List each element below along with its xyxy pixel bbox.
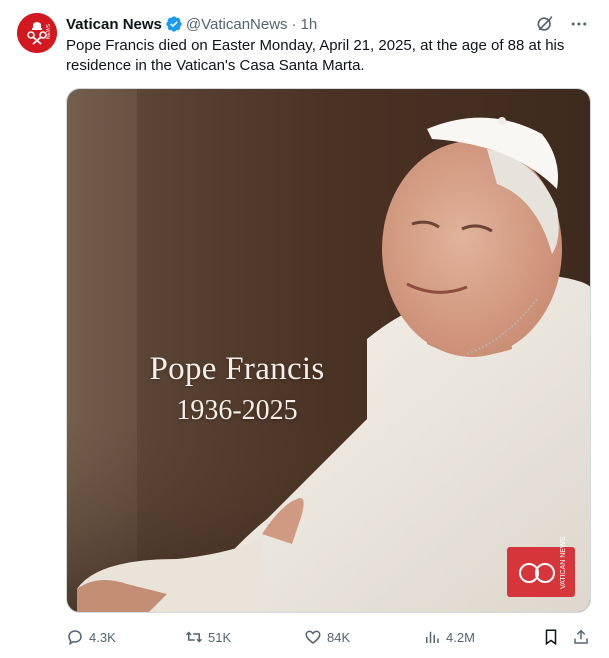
repost-count: 51K	[208, 629, 232, 645]
reply-button[interactable]: 4.3K	[66, 626, 116, 648]
like-icon	[305, 630, 321, 644]
bookmark-icon	[545, 629, 557, 646]
views-button[interactable]: 4.2M	[423, 626, 475, 648]
header-actions	[535, 14, 589, 34]
repost-icon	[185, 631, 203, 643]
more-icon[interactable]	[569, 14, 589, 34]
views-count: 4.2M	[446, 629, 475, 645]
photo-overlay-years: 1936-2025	[176, 395, 298, 426]
verified-badge-icon[interactable]	[165, 15, 183, 33]
svg-text:NEWS: NEWS	[46, 23, 52, 39]
tweet-header: Vatican News @VaticanNews · 1h	[66, 14, 589, 34]
tweet-media-image[interactable]: VATICAN NEWS Pope Francis 1936-2025	[66, 88, 591, 613]
grok-icon[interactable]	[535, 14, 555, 34]
reply-count: 4.3K	[89, 629, 116, 645]
repost-button[interactable]: 51K	[185, 626, 231, 648]
separator-dot: ·	[291, 15, 297, 33]
watermark-text: VATICAN NEWS	[560, 536, 567, 589]
author-name[interactable]: Vatican News	[66, 16, 162, 33]
bookmark-button[interactable]	[542, 626, 560, 648]
author-handle[interactable]: @VaticanNews	[186, 16, 288, 33]
vatican-news-logo-icon: NEWS	[17, 13, 57, 53]
tweet-timestamp[interactable]: 1h	[301, 16, 318, 33]
like-count: 84K	[327, 629, 351, 645]
like-button[interactable]: 84K	[304, 626, 350, 648]
tweet-text: Pope Francis died on Easter Monday, Apri…	[66, 37, 565, 74]
share-icon	[574, 629, 588, 644]
tweet-action-bar: 4.3K 51K 84K 4.2M	[66, 626, 593, 648]
views-icon	[426, 631, 439, 643]
author-avatar[interactable]: NEWS	[17, 13, 57, 53]
photo-overlay-title: Pope Francis	[149, 351, 325, 387]
reply-icon	[68, 630, 82, 646]
share-button[interactable]	[572, 626, 590, 648]
